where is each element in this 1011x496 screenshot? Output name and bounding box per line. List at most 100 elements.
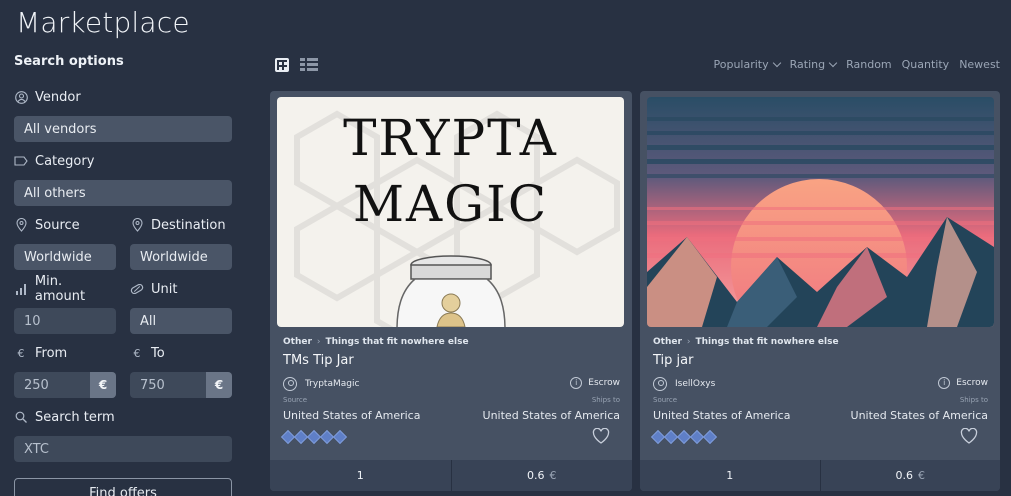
breadcrumb: Other › Things that fit nowhere else bbox=[283, 337, 469, 347]
to-field: € To 750 € bbox=[130, 344, 232, 398]
unit-field: Unit All bbox=[130, 280, 232, 334]
source-label: Source bbox=[35, 217, 80, 233]
category-select[interactable]: All others bbox=[14, 180, 232, 206]
price-value: 0.6 bbox=[527, 469, 545, 482]
euro-icon: € bbox=[133, 346, 141, 360]
chevron-right-icon: › bbox=[316, 337, 321, 347]
rating-diamond-icon bbox=[702, 429, 718, 445]
search-term-input[interactable]: XTC bbox=[14, 436, 232, 462]
from-input-group: 250 € bbox=[14, 372, 116, 398]
search-term-label: Search term bbox=[35, 409, 115, 425]
logo-text-line-1: TRYPTA bbox=[343, 109, 558, 167]
info-icon: i bbox=[938, 377, 951, 389]
vendor-field: Vendor All vendors bbox=[14, 88, 232, 142]
heart-icon[interactable] bbox=[960, 428, 978, 444]
search-options-heading: Search options bbox=[14, 54, 124, 69]
currency-symbol: € bbox=[549, 469, 557, 482]
from-field: € From 250 € bbox=[14, 344, 116, 398]
listing-card[interactable]: TRYPTA MAGIC Other › Things that fit now… bbox=[270, 91, 632, 491]
min-amount-label: Min. amount bbox=[34, 274, 86, 304]
location-pin-icon bbox=[130, 218, 144, 232]
escrow-label: Escrow bbox=[588, 378, 620, 388]
source-field: Source Worldwide bbox=[14, 216, 116, 270]
vendor-info[interactable]: IsellOxys bbox=[653, 377, 715, 391]
to-label: To bbox=[151, 345, 165, 361]
euro-icon: € bbox=[17, 346, 25, 360]
search-icon bbox=[14, 410, 28, 424]
heart-icon[interactable] bbox=[592, 428, 610, 444]
vendor-name: IsellOxys bbox=[675, 379, 716, 389]
source-value: United States of America bbox=[653, 409, 791, 422]
grid-view-icon[interactable] bbox=[275, 58, 289, 72]
listing-title[interactable]: TMs Tip Jar bbox=[283, 353, 354, 368]
list-view-icon[interactable] bbox=[300, 58, 318, 72]
from-currency-addon: € bbox=[90, 372, 116, 398]
to-input[interactable]: 750 bbox=[140, 378, 165, 393]
destination-select[interactable]: Worldwide bbox=[130, 244, 232, 270]
from-label: From bbox=[35, 345, 68, 361]
rating-diamonds bbox=[280, 429, 348, 445]
search-term-field: Search term XTC bbox=[14, 408, 232, 462]
listing-card[interactable]: Other › Things that fit nowhere else Tip… bbox=[640, 91, 1000, 491]
from-input[interactable]: 250 bbox=[24, 378, 49, 393]
card-footer: 1 0.6 € bbox=[270, 460, 632, 491]
pill-icon bbox=[130, 282, 144, 296]
breadcrumb-category[interactable]: Other bbox=[653, 337, 682, 347]
info-icon: i bbox=[570, 377, 583, 389]
escrow-info: i Escrow bbox=[570, 377, 620, 389]
category-field: Category All others bbox=[14, 152, 232, 206]
ships-to-value: United States of America bbox=[482, 409, 620, 422]
listing-image[interactable]: TRYPTA MAGIC bbox=[277, 97, 624, 327]
source-value: United States of America bbox=[283, 409, 421, 422]
chevron-down-icon bbox=[772, 58, 781, 68]
price-cell[interactable]: 0.6 € bbox=[450, 460, 633, 491]
chevron-down-icon bbox=[828, 58, 838, 68]
sort-rating[interactable]: Rating bbox=[790, 58, 838, 71]
chevron-right-icon: › bbox=[686, 337, 691, 347]
unit-select[interactable]: All bbox=[130, 308, 232, 334]
source-caption: Source bbox=[283, 396, 308, 404]
category-label: Category bbox=[35, 153, 95, 169]
sort-quantity[interactable]: Quantity bbox=[902, 58, 950, 71]
user-icon bbox=[14, 90, 28, 104]
quantity-cell[interactable]: 1 bbox=[640, 460, 820, 491]
price-value: 0.6 bbox=[895, 469, 914, 482]
listing-image[interactable] bbox=[647, 97, 994, 327]
vendor-name: TryptaMagic bbox=[305, 379, 360, 389]
vendor-select[interactable]: All vendors bbox=[14, 116, 232, 142]
listing-title[interactable]: Tip jar bbox=[653, 353, 693, 368]
destination-label: Destination bbox=[151, 217, 226, 233]
to-currency-addon: € bbox=[206, 372, 232, 398]
tag-icon bbox=[14, 154, 28, 168]
find-offers-button[interactable]: Find offers bbox=[14, 478, 232, 496]
vendor-info[interactable]: TryptaMagic bbox=[283, 377, 359, 391]
logo-text-line-2: MAGIC bbox=[352, 175, 549, 233]
destination-field: Destination Worldwide bbox=[130, 216, 232, 270]
sort-newest[interactable]: Newest bbox=[959, 58, 1000, 71]
location-pin-icon bbox=[14, 218, 28, 232]
bar-chart-icon bbox=[14, 282, 28, 296]
breadcrumb-category[interactable]: Other bbox=[283, 337, 312, 347]
rating-diamonds bbox=[650, 429, 718, 445]
source-select[interactable]: Worldwide bbox=[14, 244, 116, 270]
quantity-value: 1 bbox=[356, 469, 364, 482]
quantity-value: 1 bbox=[726, 469, 734, 482]
ships-to-caption: Ships to bbox=[959, 396, 988, 404]
escrow-info: i Escrow bbox=[938, 377, 988, 389]
escrow-label: Escrow bbox=[956, 378, 988, 388]
min-amount-input[interactable]: 10 bbox=[14, 308, 116, 334]
breadcrumb: Other › Things that fit nowhere else bbox=[653, 337, 839, 347]
breadcrumb-subcategory[interactable]: Things that fit nowhere else bbox=[326, 337, 469, 347]
card-footer: 1 0.6 € bbox=[640, 460, 1000, 491]
price-cell[interactable]: 0.6 € bbox=[819, 460, 1001, 491]
min-amount-field: Min. amount 10 bbox=[14, 274, 116, 334]
vendor-label: Vendor bbox=[35, 89, 81, 105]
breadcrumb-subcategory[interactable]: Things that fit nowhere else bbox=[696, 337, 839, 347]
ships-to-caption: Ships to bbox=[591, 396, 620, 404]
sort-popularity[interactable]: Popularity bbox=[714, 58, 781, 71]
to-input-group: 750 € bbox=[130, 372, 232, 398]
quantity-cell[interactable]: 1 bbox=[270, 460, 451, 491]
user-icon bbox=[653, 377, 667, 391]
sort-random[interactable]: Random bbox=[846, 58, 892, 71]
ships-to-value: United States of America bbox=[850, 409, 988, 422]
